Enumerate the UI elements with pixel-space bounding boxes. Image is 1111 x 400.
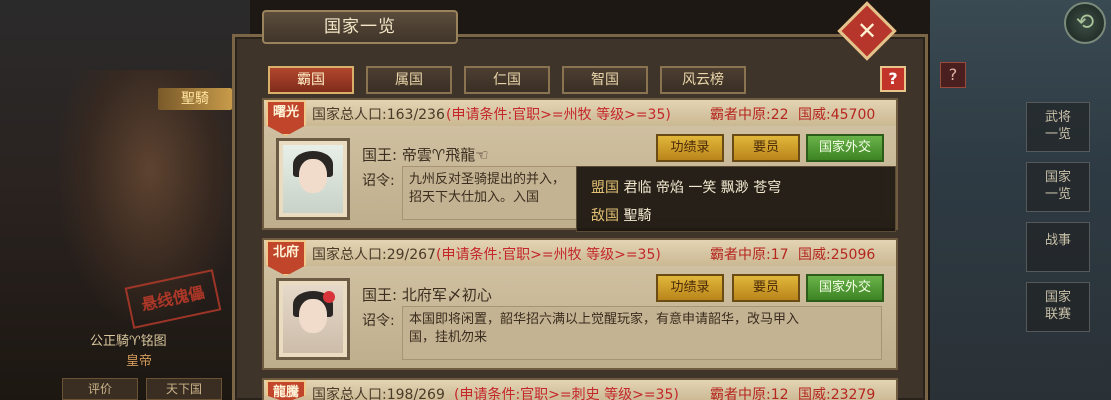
- hair-flower: [323, 291, 335, 303]
- nation-card: 北府 国家总人口:29/267 (申请条件:官职>=州牧 等级>=35) 霸者中…: [262, 238, 898, 370]
- prestige-text: 国威:25096: [798, 247, 876, 263]
- relations-tooltip: 盟国 君临 帝焰 一笑 飘渺 苍穹 敌国 聖騎: [576, 166, 896, 232]
- help-button[interactable]: ?: [880, 66, 906, 92]
- enemy-value: 聖騎: [623, 208, 652, 224]
- hegemony-text: 霸者中原:22: [710, 107, 789, 123]
- prestige-text: 国威:23279: [798, 387, 876, 400]
- ally-row: 盟国 君临 帝焰 一笑 飘渺 苍穹: [591, 177, 781, 197]
- tab-wise[interactable]: 智国: [562, 66, 648, 94]
- nation-card: 龍騰 国家总人口:198/269 (申请条件:官职>=刺史 等级>=35) 霸者…: [262, 378, 898, 400]
- portrait-face: [299, 299, 327, 333]
- world-button[interactable]: 天下国: [146, 378, 222, 400]
- hegemony-text: 霸者中原:17: [710, 247, 789, 263]
- king-portrait[interactable]: [276, 138, 350, 220]
- merit-button[interactable]: 功绩录: [656, 134, 724, 162]
- evaluate-button[interactable]: 评价: [62, 378, 138, 400]
- requirement-text: (申请条件:官职>=刺史 等级>=35): [454, 387, 679, 400]
- tab-hegemon[interactable]: 霸国: [268, 66, 354, 94]
- hero-name: 公正騎♈铭图: [90, 334, 167, 349]
- hero-title-badge: 聖騎: [158, 88, 232, 110]
- officials-button[interactable]: 要员: [732, 134, 800, 162]
- portrait-face: [299, 159, 327, 193]
- officials-button[interactable]: 要员: [732, 274, 800, 302]
- panel-title: 国家一览: [262, 10, 458, 44]
- hero-rank: 皇帝: [126, 354, 153, 369]
- king-name: 国王: 帝雲♈飛龍☜: [362, 146, 489, 164]
- population-text: 国家总人口:29/267: [312, 247, 436, 263]
- background-help-button[interactable]: ?: [940, 62, 966, 88]
- edict-label: 诏令:: [362, 173, 395, 189]
- prestige-text: 国威:45700: [798, 107, 876, 123]
- enemy-label: 敌国: [591, 208, 619, 224]
- king-name: 国王: 北府军〆初心: [362, 286, 492, 304]
- ally-value: 君临 帝焰 一笑 飘渺 苍穹: [623, 180, 782, 196]
- requirement-text: (申请条件:官职>=州牧 等级>=35): [436, 247, 661, 263]
- requirement-text: (申请条件:官职>=州牧 等级>=35): [446, 107, 671, 123]
- diplomacy-button[interactable]: 国家外交: [806, 274, 884, 302]
- side-button-war[interactable]: 战事: [1026, 222, 1090, 272]
- king-portrait[interactable]: [276, 278, 350, 360]
- tab-ranking[interactable]: 风云榜: [660, 66, 746, 94]
- tab-benevolent[interactable]: 仁国: [464, 66, 550, 94]
- nation-shield-badge: 龍騰: [266, 380, 306, 400]
- edict-label: 诏令:: [362, 313, 395, 329]
- portrait-background: [283, 285, 343, 353]
- side-button-league[interactable]: 国家 联赛: [1026, 282, 1090, 332]
- back-arrow-icon[interactable]: ⟲: [1064, 2, 1106, 44]
- enemy-row: 敌国 聖騎: [591, 205, 651, 225]
- population-text: 国家总人口:163/236: [312, 107, 445, 123]
- population-text: 国家总人口:198/269: [312, 387, 445, 400]
- side-button-generals[interactable]: 武将 一览: [1026, 102, 1090, 152]
- portrait-background: [283, 145, 343, 213]
- hegemony-text: 霸者中原:12: [710, 387, 789, 400]
- side-button-nations[interactable]: 国家 一览: [1026, 162, 1090, 212]
- close-x-icon[interactable]: ✕: [846, 10, 888, 52]
- tab-vassal[interactable]: 属国: [366, 66, 452, 94]
- edict-text: 本国即将闲置，韶华招六满以上觉醒玩家，有意申请韶华，改马甲入 国，挂机勿来: [402, 306, 882, 360]
- diplomacy-button[interactable]: 国家外交: [806, 134, 884, 162]
- merit-button[interactable]: 功绩录: [656, 274, 724, 302]
- ally-label: 盟国: [591, 180, 619, 196]
